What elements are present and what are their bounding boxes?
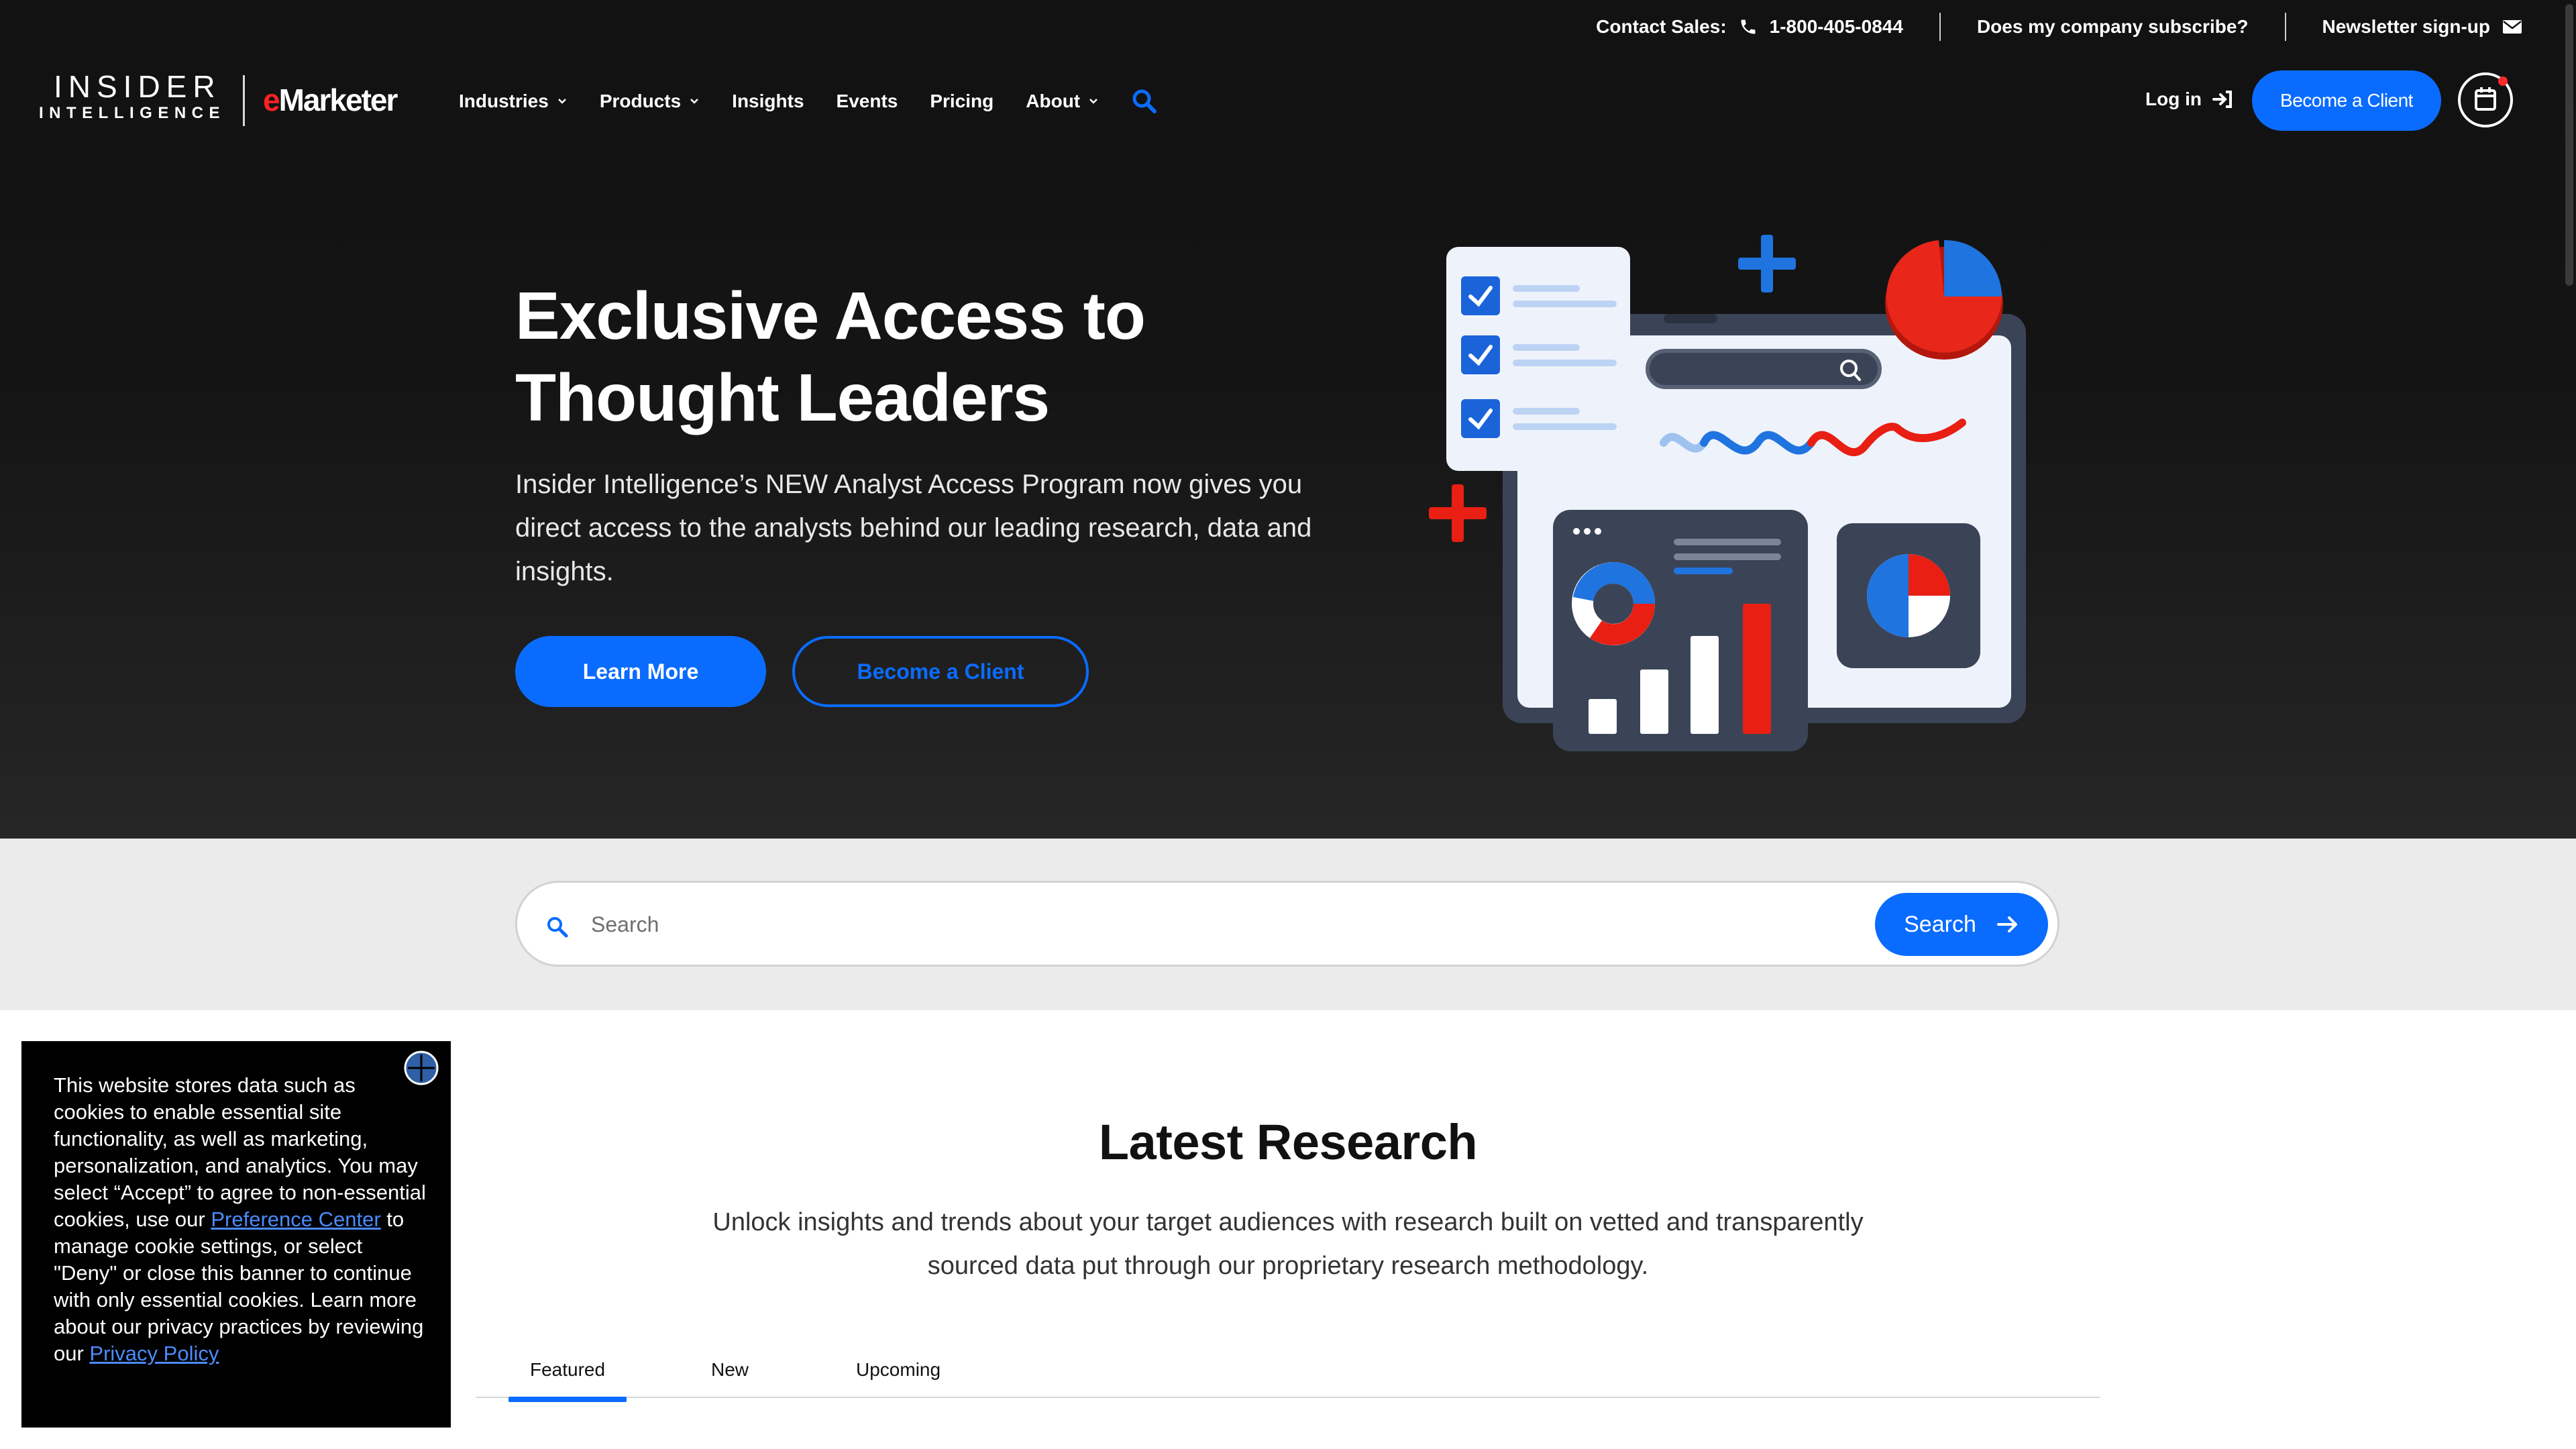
scrollbar-thumb[interactable] (2565, 4, 2573, 286)
emarketer-logo-e: e (263, 83, 280, 117)
hero-subtitle: Insider Intelligence’s NEW Analyst Acces… (515, 470, 1312, 586)
hero-section: Contact Sales: 1-800-405-0844 Does my co… (0, 0, 2576, 839)
hero-title-line: Thought Leaders (515, 360, 1050, 435)
become-client-hero-button[interactable]: Become a Client (792, 636, 1089, 707)
learn-more-button[interactable]: Learn More (515, 636, 766, 707)
nav-item-label: Products (599, 91, 682, 111)
chevron-down-icon (689, 97, 700, 105)
company-subscribe-label: Does my company subscribe? (1976, 16, 2249, 37)
cookie-text: This website stores data such as cookies… (54, 1072, 429, 1367)
nav-item-insights[interactable]: Insights (732, 91, 804, 112)
phone-icon (1739, 17, 1758, 36)
chevron-down-icon (557, 97, 568, 105)
research-tabs: Featured New Upcoming (476, 1348, 2100, 1402)
main-nav: Industries Products Insights Events Pric… (459, 86, 1158, 117)
logo-line-1: INSIDER (54, 69, 221, 104)
logo-line-2: INTELLIGENCE (39, 104, 226, 122)
nav-item-events[interactable]: Events (837, 91, 898, 112)
arrow-right-icon (1996, 914, 2019, 934)
search-bar: Search (515, 881, 2059, 967)
search-button-label: Search (1904, 911, 1976, 937)
notification-dot (2498, 76, 2508, 86)
nav-item-pricing[interactable]: Pricing (930, 91, 994, 112)
tab-upcoming[interactable]: Upcoming (856, 1359, 941, 1381)
hero-illustration (1409, 221, 2053, 788)
mail-icon (2502, 19, 2522, 35)
calendar-button[interactable] (2458, 72, 2513, 127)
nav-item-label: Industries (459, 91, 549, 111)
contact-sales-label: Contact Sales: (1596, 16, 1727, 37)
latest-research-subtitle-line: Unlock insights and trends about your ta… (712, 1208, 1864, 1236)
contact-sales-phone: 1-800-405-0844 (1769, 16, 1903, 37)
become-client-nav-button[interactable]: Become a Client (2252, 70, 2441, 131)
newsletter-signup-label: Newsletter sign-up (2322, 16, 2490, 37)
login-link[interactable]: Log in (2145, 89, 2233, 110)
privacy-policy-link[interactable]: Privacy Policy (89, 1342, 219, 1365)
tab-new[interactable]: New (711, 1359, 749, 1381)
nav-item-label: Pricing (930, 91, 994, 111)
search-input[interactable] (591, 907, 1799, 942)
calendar-icon (2474, 86, 2497, 115)
company-subscribe-link[interactable]: Does my company subscribe? (1941, 16, 2285, 38)
emarketer-logo-rest: Marketer (278, 83, 398, 117)
page-scrollbar[interactable] (2561, 0, 2576, 1449)
utility-bar: Contact Sales: 1-800-405-0844 Does my co… (1560, 9, 2522, 44)
nav-item-products[interactable]: Products (600, 91, 700, 112)
hero-title-line: Exclusive Access to (515, 278, 1146, 354)
search-button[interactable]: Search (1875, 893, 2048, 956)
nav-item-label: Insights (732, 91, 804, 111)
nav-item-label: Events (836, 91, 898, 111)
contact-sales[interactable]: Contact Sales: 1-800-405-0844 (1560, 16, 1939, 38)
search-icon[interactable] (1131, 88, 1158, 115)
latest-research-subtitle-line: sourced data put through our proprietary… (927, 1252, 1649, 1280)
logo-divider (243, 75, 245, 126)
tab-featured[interactable]: Featured (508, 1359, 627, 1402)
nav-item-label: About (1026, 91, 1081, 111)
preference-center-link[interactable]: Preference Center (211, 1208, 380, 1231)
login-arrow-icon (2212, 90, 2233, 109)
login-label: Log in (2145, 89, 2202, 109)
chevron-down-icon (1088, 97, 1099, 105)
search-icon (545, 915, 570, 943)
nav-item-industries[interactable]: Industries (459, 91, 568, 112)
nav-item-about[interactable]: About (1026, 91, 1099, 112)
insider-intelligence-logo[interactable]: INSIDER INTELLIGENCE (39, 70, 225, 123)
hero-title: Exclusive Access to Thought Leaders (515, 275, 1320, 439)
cookie-banner: This website stores data such as cookies… (21, 1041, 451, 1428)
newsletter-signup-link[interactable]: Newsletter sign-up (2286, 16, 2522, 38)
latest-research-subtitle: Unlock insights and trends about your ta… (671, 1201, 1905, 1288)
emarketer-logo[interactable]: eMarketer (263, 82, 398, 118)
